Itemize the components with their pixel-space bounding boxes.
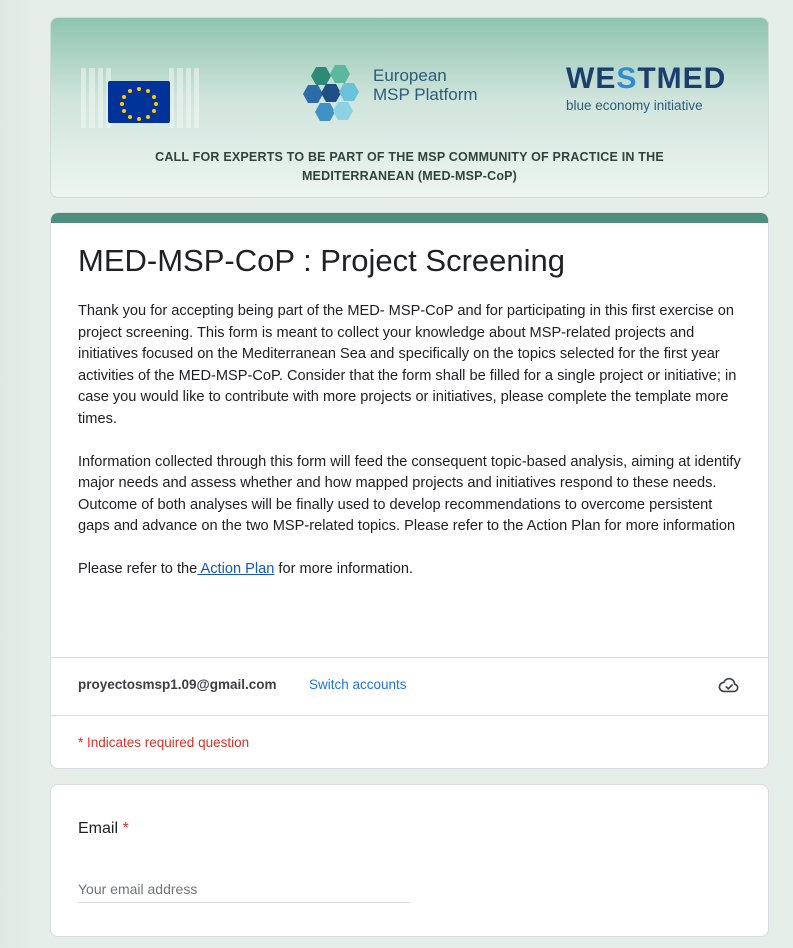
eu-building-stripes-right <box>169 68 199 128</box>
email-question-card: Email * <box>50 784 769 937</box>
form-description: Thank you for accepting being part of th… <box>78 301 748 581</box>
action-plan-prefix: Please refer to the <box>78 561 198 577</box>
account-row: proyectosmsp1.09@gmail.com Switch accoun… <box>51 657 768 716</box>
msp-platform-logo-icon <box>303 63 365 125</box>
eu-building-stripes-left <box>81 68 111 128</box>
westmed-tagline: blue economy initiative <box>566 98 703 113</box>
theme-accent-bar <box>51 213 768 223</box>
eu-flag-logo <box>108 81 170 123</box>
action-plan-link[interactable]: Action Plan <box>197 561 275 577</box>
description-paragraph-1: Thank you for accepting being part of th… <box>78 303 737 427</box>
form-page: European MSP Platform WESTMED blue econo… <box>0 0 793 948</box>
required-question-note: * Indicates required question <box>78 735 250 750</box>
header-banner: European MSP Platform WESTMED blue econo… <box>50 17 769 198</box>
page-left-shade <box>0 0 36 948</box>
account-email: proyectosmsp1.09@gmail.com <box>78 677 277 692</box>
required-asterisk: * <box>122 820 129 837</box>
msp-logo-line2: MSP Platform <box>373 85 478 104</box>
call-line-1: CALL FOR EXPERTS TO BE PART OF THE MSP C… <box>155 150 664 164</box>
msp-logo-line1: European <box>373 66 447 85</box>
email-input[interactable] <box>78 875 410 903</box>
form-title: MED-MSP-CoP : Project Screening <box>78 243 565 278</box>
westmed-logo: WESTMED <box>566 62 727 95</box>
cloud-check-icon[interactable] <box>718 674 740 696</box>
email-label-text: Email <box>78 820 119 837</box>
email-question-label: Email * <box>78 820 129 838</box>
form-title-card: MED-MSP-CoP : Project Screening Thank yo… <box>50 212 769 769</box>
call-line-2: MEDITERRANEAN (MED-MSP-CoP) <box>301 169 518 183</box>
switch-accounts-link[interactable]: Switch accounts <box>309 677 407 692</box>
call-for-experts-heading: CALL FOR EXPERTS TO BE PART OF THE MSP C… <box>51 148 768 186</box>
description-paragraph-3: Please refer to the Action Plan for more… <box>78 559 748 581</box>
description-paragraph-2: Information collected through this form … <box>78 453 741 535</box>
msp-platform-logo-text: European MSP Platform <box>373 66 478 104</box>
action-plan-suffix: for more information. <box>274 561 414 577</box>
